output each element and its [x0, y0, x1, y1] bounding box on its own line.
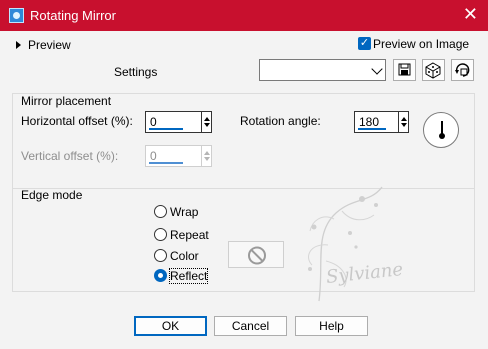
- sylviane-watermark: Sylviane: [264, 183, 424, 305]
- floral-watermark: [308, 186, 383, 302]
- vertical-offset-stepper: [201, 145, 212, 167]
- spin-up-icon[interactable]: [204, 117, 210, 121]
- preview-label: Preview: [28, 38, 71, 52]
- settings-dropdown[interactable]: [259, 59, 386, 81]
- preview-on-image-label: Preview on Image: [373, 37, 470, 51]
- chevron-right-icon: [16, 41, 21, 49]
- settings-label: Settings: [114, 65, 158, 79]
- edge-color-label[interactable]: Color: [170, 249, 199, 263]
- horizontal-offset-bar: [149, 128, 183, 130]
- horizontal-offset-label: Horizontal offset (%):: [21, 114, 133, 128]
- edge-reflect-label[interactable]: Reflect: [168, 268, 209, 284]
- edge-color-radio[interactable]: [154, 249, 167, 262]
- vertical-offset-value: 0: [150, 149, 157, 163]
- rotation-angle-bar: [358, 128, 386, 130]
- window-title: Rotating Mirror: [30, 8, 116, 23]
- spin-down-icon[interactable]: [401, 123, 407, 127]
- mirror-placement-heading: Mirror placement: [21, 94, 112, 108]
- close-button[interactable]: ✕: [463, 5, 478, 23]
- edge-reflect-radio[interactable]: [154, 269, 167, 282]
- reset-button[interactable]: [451, 59, 474, 81]
- horizontal-offset-stepper[interactable]: [201, 111, 212, 133]
- horizontal-offset-input[interactable]: 0: [145, 111, 203, 133]
- vertical-offset-label: Vertical offset (%):: [21, 149, 119, 163]
- spin-up-icon: [204, 151, 210, 155]
- ok-button[interactable]: OK: [134, 316, 207, 336]
- rotation-angle-stepper[interactable]: [398, 111, 409, 133]
- vertical-offset-bar: [149, 162, 183, 164]
- edge-repeat-label[interactable]: Repeat: [170, 228, 209, 242]
- help-button[interactable]: Help: [295, 316, 368, 336]
- preview-on-image-checkbox-row[interactable]: ✓ Preview on Image: [358, 36, 470, 52]
- rotation-angle-label: Rotation angle:: [240, 114, 321, 128]
- rotation-angle-input[interactable]: 180: [354, 111, 400, 133]
- app-icon: [9, 8, 24, 23]
- horizontal-offset-value: 0: [150, 115, 157, 129]
- reset-icon: [455, 63, 470, 77]
- edge-wrap-label[interactable]: Wrap: [170, 205, 198, 219]
- spin-down-icon: [204, 157, 210, 161]
- randomize-icon: [425, 62, 441, 79]
- title-bar: Rotating Mirror ✕: [0, 0, 488, 31]
- vertical-offset-input: 0: [145, 145, 203, 167]
- rotation-dial[interactable]: [423, 112, 459, 148]
- edge-wrap-radio[interactable]: [154, 205, 167, 218]
- randomize-button[interactable]: [422, 59, 445, 81]
- dialog-client: Preview ✓ Preview on Image Settings Mirr…: [0, 31, 488, 349]
- edge-mode-heading: Edge mode: [21, 188, 83, 202]
- spin-down-icon[interactable]: [204, 123, 210, 127]
- dial-center-dot: [439, 133, 445, 139]
- preview-toggle[interactable]: Preview: [16, 38, 76, 52]
- save-preset-button[interactable]: [393, 59, 416, 81]
- spin-up-icon[interactable]: [401, 117, 407, 121]
- cancel-button[interactable]: Cancel: [214, 316, 287, 336]
- edge-repeat-radio[interactable]: [154, 228, 167, 241]
- chevron-down-icon: [371, 63, 383, 75]
- check-icon[interactable]: ✓: [358, 37, 371, 50]
- rotation-angle-value: 180: [359, 115, 380, 129]
- save-icon: [398, 63, 411, 76]
